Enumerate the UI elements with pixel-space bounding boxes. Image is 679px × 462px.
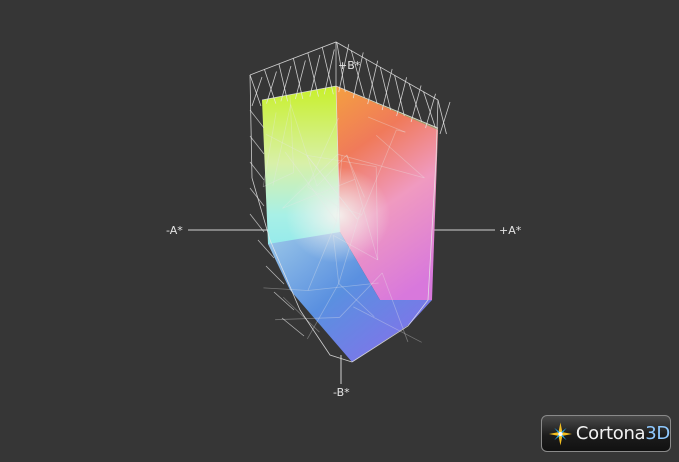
axis-label-minus-a: -A* [166,224,183,237]
axis-label-plus-b: +B* [338,59,361,72]
axis-label-plus-a: +A* [499,224,522,237]
3d-viewport[interactable]: -A* +A* +B* -B* [0,0,679,458]
axis-label-minus-b: -B* [333,386,350,399]
brand-name: Cortona3D [575,423,670,444]
gamut-solid [262,86,438,362]
cortona-star-icon [548,422,572,445]
cortona3d-logo[interactable]: Cortona3D [541,415,671,452]
